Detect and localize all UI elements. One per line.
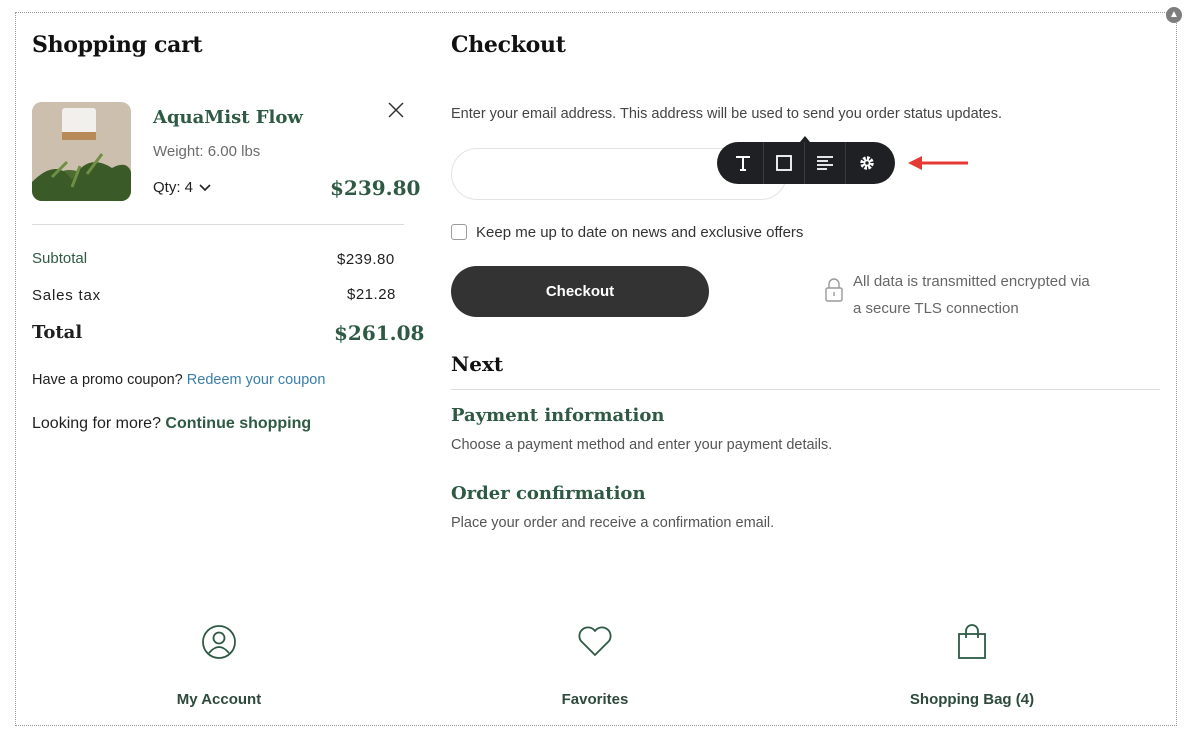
step-payment-title: Payment information [451, 405, 665, 426]
heart-icon [578, 626, 612, 656]
continue-shopping-link[interactable]: Continue shopping [165, 415, 311, 432]
total-value: $261.08 [334, 321, 425, 345]
redeem-coupon-link[interactable]: Redeem your coupon [187, 372, 326, 388]
step-payment-desc: Choose a payment method and enter your p… [451, 437, 833, 453]
qty-select[interactable]: Qty: 4 [153, 179, 211, 196]
align-tool-button[interactable] [805, 142, 846, 184]
nav-favorites-label: Favorites [561, 691, 629, 708]
nav-bag-label: Shopping Bag (4) [909, 691, 1035, 708]
plant-illustration [32, 102, 131, 201]
step-confirmation-desc: Place your order and receive a confirmat… [451, 515, 775, 531]
align-left-icon [817, 156, 833, 170]
product-name[interactable]: AquaMist Flow [153, 107, 303, 128]
product-price: $239.80 [330, 176, 421, 200]
text-tool-button[interactable] [723, 142, 764, 184]
subtotal-value: $239.80 [337, 251, 395, 268]
newsletter-checkbox[interactable] [451, 224, 467, 240]
next-divider [451, 389, 1160, 390]
checkout-button[interactable]: Checkout [451, 266, 709, 317]
shopping-bag-icon [958, 624, 986, 659]
promo-line: Have a promo coupon? Redeem your coupon [32, 372, 325, 388]
nav-account-label: My Account [176, 691, 262, 708]
continue-line: Looking for more? Continue shopping [32, 415, 311, 433]
secure-line-1: All data is transmitted encrypted via [853, 273, 1090, 290]
subtotal-label: Subtotal [32, 250, 88, 267]
step-confirmation-title: Order confirmation [451, 483, 646, 504]
nav-shopping-bag[interactable]: Shopping Bag (4) [872, 624, 1072, 708]
secure-note: All data is transmitted encrypted via a … [853, 268, 1090, 322]
cart-title: Shopping cart [32, 32, 203, 58]
more-text: Looking for more? [32, 415, 161, 432]
user-icon [202, 625, 236, 659]
next-title: Next [451, 352, 504, 376]
product-image[interactable] [32, 102, 131, 201]
email-hint: Enter your email address. This address w… [451, 106, 1003, 122]
floating-toolbar [717, 142, 895, 184]
total-label: Total [32, 322, 83, 343]
chevron-down-icon [199, 183, 211, 191]
settings-tool-button[interactable] [846, 142, 887, 184]
close-icon [388, 102, 404, 118]
gear-icon [859, 156, 874, 170]
lock-icon [825, 278, 843, 302]
tax-value: $21.28 [347, 286, 396, 303]
nav-favorites[interactable]: Favorites [495, 624, 695, 708]
cart-divider [32, 224, 404, 225]
newsletter-label[interactable]: Keep me up to date on news and exclusive… [476, 224, 803, 241]
checkout-title: Checkout [451, 32, 566, 58]
promo-text: Have a promo coupon? [32, 372, 183, 388]
text-icon [736, 156, 750, 171]
box-tool-button[interactable] [764, 142, 805, 184]
product-weight: Weight: 6.00 lbs [153, 143, 261, 160]
tax-label: Sales tax [32, 287, 101, 304]
remove-item-button[interactable] [386, 100, 406, 120]
collapse-icon[interactable]: ▲ [1166, 7, 1182, 23]
secure-line-2: a secure TLS connection [853, 300, 1019, 317]
red-arrow-icon [908, 156, 968, 170]
nav-my-account[interactable]: My Account [119, 624, 319, 708]
square-icon [776, 155, 792, 171]
qty-label: Qty: 4 [153, 179, 194, 196]
